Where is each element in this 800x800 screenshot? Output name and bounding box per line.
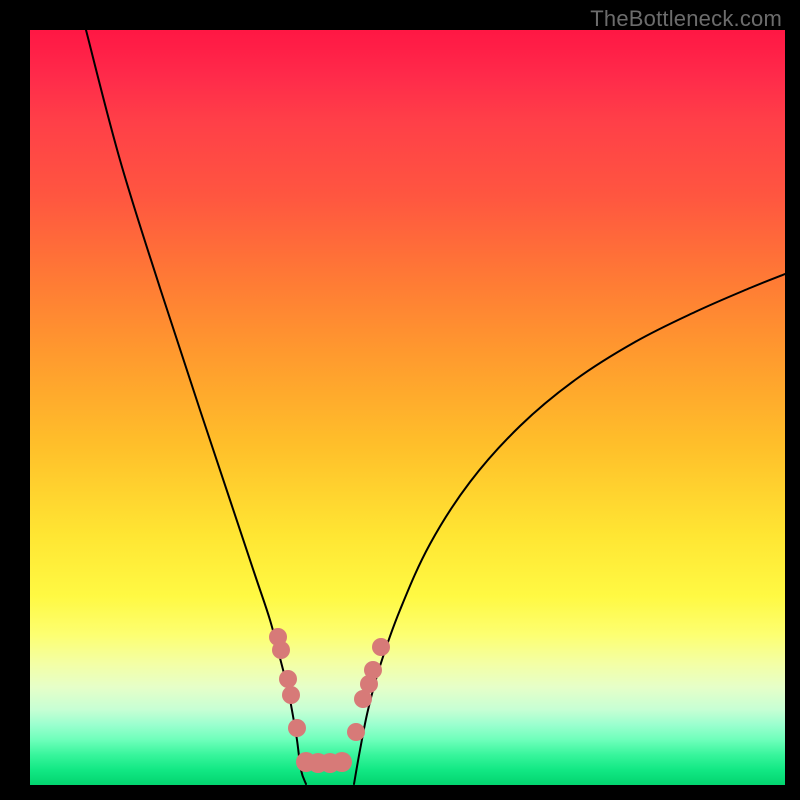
curve-right-curve — [354, 274, 785, 784]
marker-right-markers — [347, 723, 365, 741]
watermark-text: TheBottleneck.com — [590, 6, 782, 32]
series-layer — [86, 30, 785, 784]
marker-left-markers — [272, 641, 290, 659]
marker-bottom-strip — [332, 752, 352, 772]
curve-left-curve — [86, 30, 306, 784]
marker-left-markers — [288, 719, 306, 737]
marker-left-markers — [279, 670, 297, 688]
marker-left-markers — [282, 686, 300, 704]
marker-right-markers — [364, 661, 382, 679]
chart-svg — [30, 30, 785, 785]
plot-area — [30, 30, 785, 785]
outer-frame: TheBottleneck.com — [0, 0, 800, 800]
marker-right-markers — [372, 638, 390, 656]
